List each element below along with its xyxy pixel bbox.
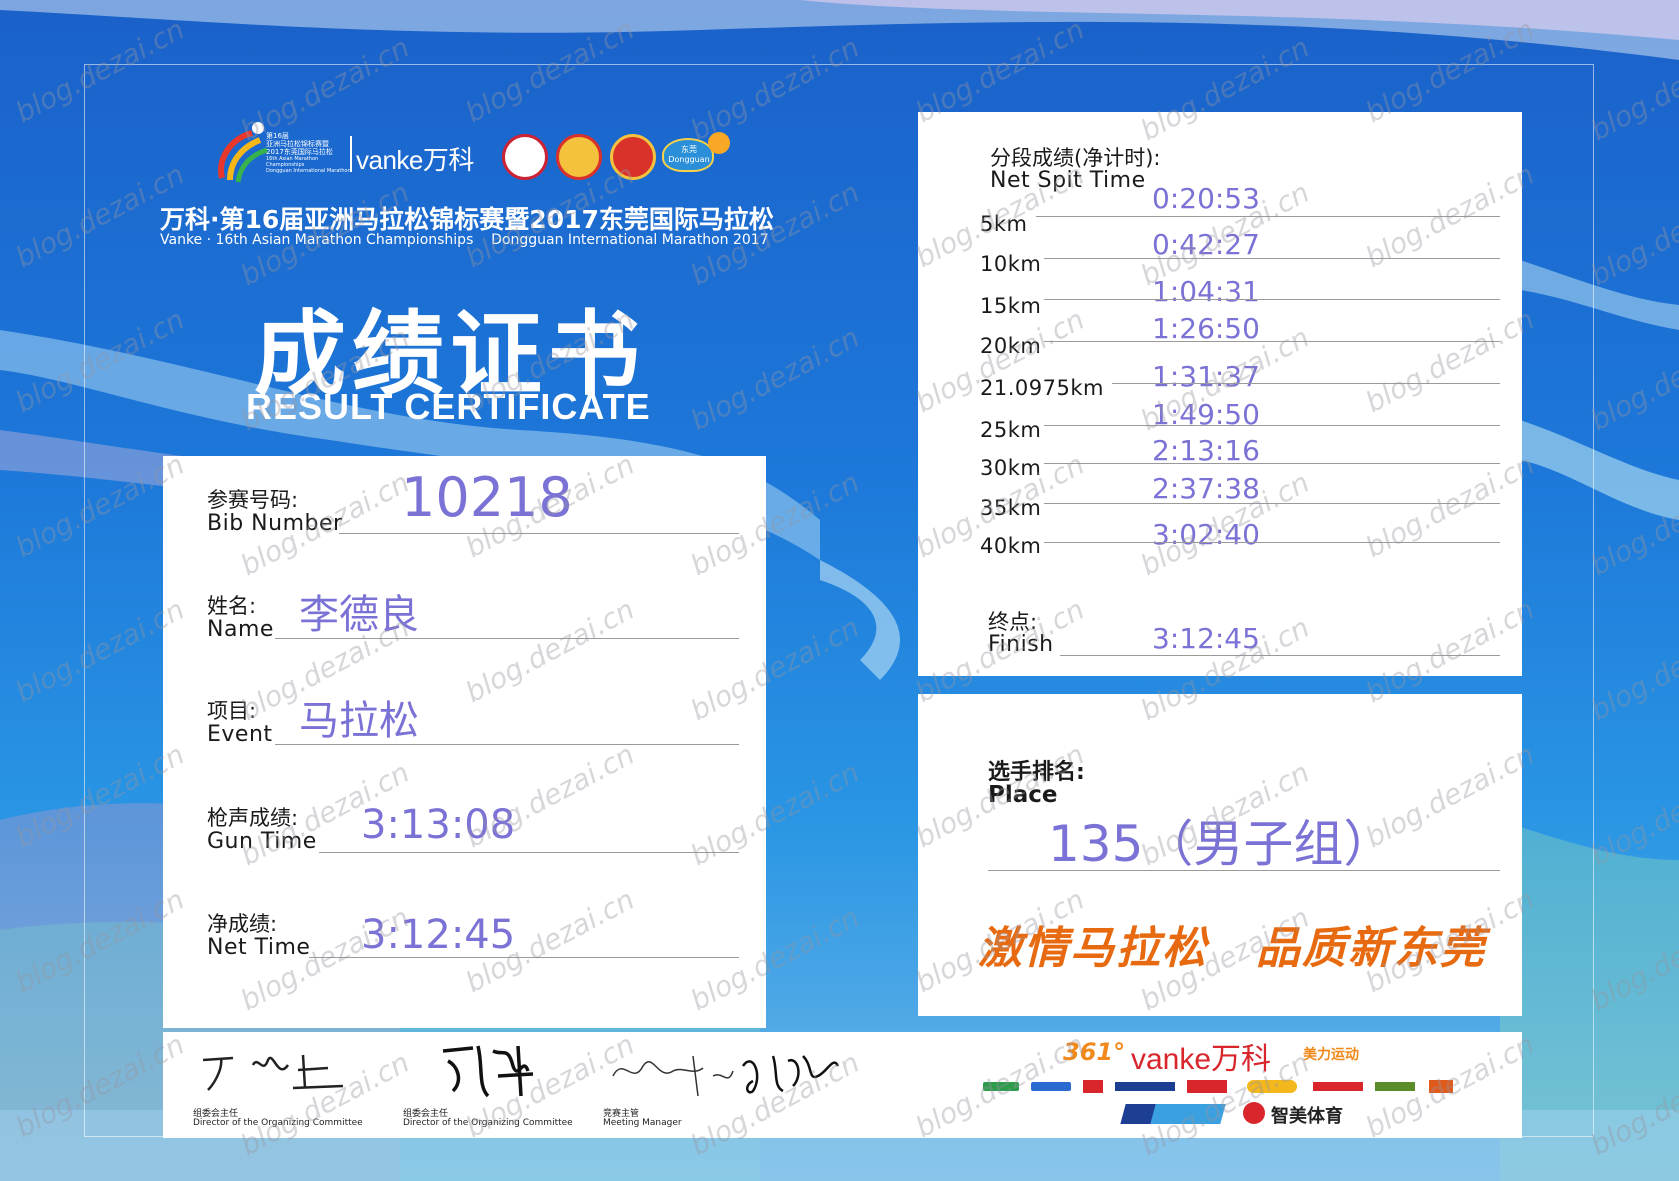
split-underline: [1036, 216, 1500, 217]
gun-time-underline: [319, 852, 739, 853]
net-time-underline: [309, 957, 739, 958]
name-value: 李德良: [299, 592, 419, 638]
logo-divider: [350, 136, 352, 172]
sponsor-mark-3-icon: [1083, 1080, 1103, 1093]
event-title-en: Vanke · 16th Asian Marathon Championship…: [160, 232, 769, 248]
split-label: 40km: [980, 534, 1042, 558]
name-label-en: Name: [207, 617, 274, 642]
bib-value: 10218: [401, 466, 573, 529]
event-field: 项目: Event: [207, 699, 273, 747]
signature-3-role-en: Meeting Manager: [603, 1118, 682, 1128]
place-underline: [988, 870, 1500, 871]
sponsor-zhimei-icon: [1243, 1102, 1265, 1124]
certificate-title-en: RESULT CERTIFICATE: [246, 386, 651, 427]
sponsor-mark-1-icon: [983, 1082, 1019, 1091]
name-label-cn: 姓名:: [207, 594, 257, 618]
sponsor-logo-row: [983, 1078, 1503, 1096]
event-label-en: Event: [207, 722, 273, 747]
dongguan-logo-text: 东莞 Dongguan: [668, 145, 710, 164]
split-underline: [1044, 299, 1500, 300]
sponsor-mark-9-icon: [1429, 1080, 1453, 1093]
gun-time-value: 3:13:08: [361, 802, 516, 848]
vanke-logo: vanke万科: [356, 145, 474, 175]
split-label: 25km: [980, 418, 1042, 442]
sponsor-mark-7-icon: [1313, 1082, 1363, 1091]
sponsor-ssl-logo: [1120, 1104, 1226, 1124]
place-value: 135（男子组）: [1048, 815, 1394, 873]
sponsor-mark-4-icon: [1115, 1082, 1175, 1091]
association-logo-icon: [610, 134, 656, 180]
split-label: 5km: [980, 212, 1028, 236]
sponsor-361-logo: 361°: [1063, 1038, 1126, 1066]
event-label-cn: 项目:: [207, 699, 257, 723]
split-value: 1:04:31: [1152, 275, 1260, 308]
split-label: 20km: [980, 334, 1042, 358]
split-value: 0:42:27: [1152, 228, 1260, 261]
certificate: 第16届 亚洲马拉松锦标赛暨 2017东莞国际马拉松 16th Asian Ma…: [0, 0, 1679, 1181]
signature-1-role-en: Director of the Organizing Committee: [193, 1118, 363, 1128]
split-label: 15km: [980, 294, 1042, 318]
split-underline: [1044, 258, 1500, 259]
signature-2: [442, 1045, 534, 1098]
finish-underline: [1060, 655, 1500, 656]
event-underline: [275, 744, 739, 745]
bib-label-en: Bib Number: [207, 511, 343, 536]
emblem-logo-icon: [556, 134, 602, 180]
split-underline: [1044, 425, 1500, 426]
sponsor-slogan-logo: 美力运动: [1303, 1047, 1359, 1063]
flower-logo-icon: [708, 132, 730, 154]
sponsor-mark-6-icon: [1247, 1080, 1297, 1093]
split-underline: [1112, 383, 1500, 384]
slogan-right: 品质新东莞: [1256, 923, 1486, 974]
footer-strip: 组委会主任 Director of the Organizing Committ…: [163, 1032, 1522, 1138]
bib-underline: [339, 533, 739, 534]
name-underline: [275, 638, 739, 639]
bib-label-cn: 参赛号码:: [207, 488, 299, 512]
event-logo: 第16届 亚洲马拉松锦标赛暨 2017东莞国际马拉松 16th Asian Ma…: [212, 118, 354, 188]
signature-2-role-en: Director of the Organizing Committee: [403, 1118, 573, 1128]
split-value: 1:49:50: [1152, 398, 1260, 431]
sponsor-zhimei-logo: 智美体育: [1271, 1106, 1343, 1127]
event-title-cn: 万科·第16届亚洲马拉松锦标赛暨2017东莞国际马拉松: [160, 205, 774, 234]
net-time-value: 3:12:45: [361, 912, 516, 958]
splits-title-en: Net Spit Time: [990, 168, 1146, 193]
finish-label-en: Finish: [988, 632, 1054, 657]
gun-time-label-en: Gun Time: [207, 829, 317, 854]
event-value: 马拉松: [299, 698, 419, 744]
dongguan-logo: 东莞 Dongguan: [662, 132, 732, 174]
split-label: 10km: [980, 252, 1042, 276]
federation-logo-icon: [502, 134, 548, 180]
sponsor-mark-8-icon: [1375, 1082, 1415, 1091]
split-value: 3:02:40: [1152, 518, 1260, 551]
signature-3: [612, 1055, 840, 1097]
bib-field: 参赛号码: Bib Number: [207, 488, 343, 536]
net-time-label-cn: 净成绩:: [207, 912, 278, 936]
split-label: 21.0975km: [980, 376, 1104, 400]
sponsor-vanke-logo: vanke万科: [1131, 1043, 1272, 1076]
split-value: 0:20:53: [1152, 182, 1260, 215]
splits-panel: 分段成绩(净计时): Net Spit Time 5km 0:20:53 10km 0…: [918, 112, 1522, 676]
split-value: 2:37:38: [1152, 472, 1260, 505]
gun-time-field: 枪声成绩: Gun Time: [207, 806, 317, 854]
split-value: 1:31:37: [1152, 360, 1260, 393]
finish-value: 3:12:45: [1152, 622, 1260, 655]
split-underline: [1044, 542, 1500, 543]
split-underline: [1044, 463, 1500, 464]
place-panel: 选手排名: Place 135（男子组） 激情马拉松 品质新东莞: [918, 694, 1522, 1016]
split-underline: [1044, 503, 1500, 504]
info-panel: 参赛号码: Bib Number 10218 姓名: Name 李德良 项目: …: [163, 456, 766, 1028]
sponsor-mark-2-icon: [1031, 1082, 1071, 1091]
net-time-field: 净成绩: Net Time: [207, 912, 310, 960]
signature-1: [202, 1054, 344, 1091]
sponsor-mark-5-icon: [1187, 1080, 1227, 1093]
split-label: 30km: [980, 456, 1042, 480]
slogan-left: 激情马拉松: [978, 923, 1208, 974]
split-underline: [1044, 341, 1500, 342]
split-label: 35km: [980, 496, 1042, 520]
net-time-label-en: Net Time: [207, 935, 311, 960]
gun-time-label-cn: 枪声成绩:: [207, 806, 299, 830]
runner-logo-icon: [218, 122, 268, 183]
name-field: 姓名: Name: [207, 594, 274, 642]
